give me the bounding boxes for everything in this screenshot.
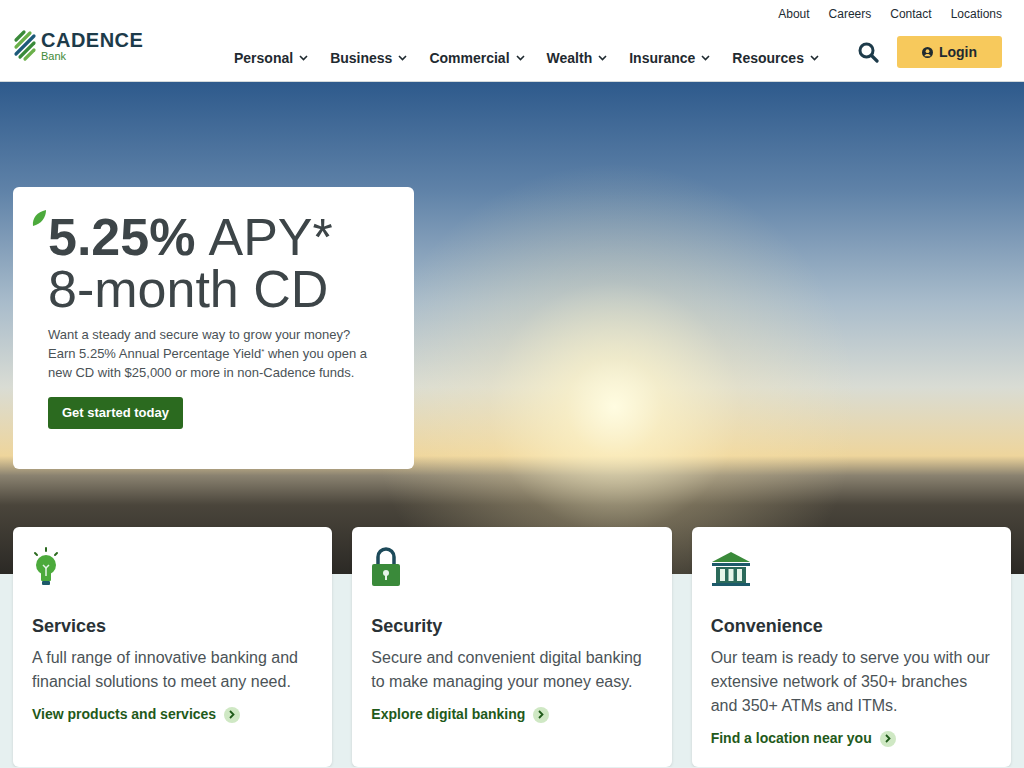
chevron-down-icon [598,55,607,61]
main-nav-label: Business [330,48,392,69]
feature-card: Services A full range of innovative banki… [13,527,332,767]
hero-rate-unit: APY* [208,211,332,263]
main-nav-item[interactable]: Insurance [629,48,710,69]
utility-link[interactable]: Contact [890,5,931,24]
chevron-down-icon [299,55,308,61]
feature-card-title: Security [371,613,652,640]
feature-card: Security Secure and convenient digital ba… [352,527,671,767]
hero-text: Want a steady and secure way to grow you… [48,325,379,382]
main-nav-item[interactable]: Commercial [429,48,524,69]
main-header-row: CADENCEBank Personal Business Commercial Wea… [0,24,1024,81]
chevron-down-icon [398,55,407,61]
chevron-down-icon [516,55,525,61]
magnifier-icon [858,42,879,63]
main-nav-label: Wealth [547,48,593,69]
header-actions: Login [856,36,1002,68]
utility-link[interactable]: Careers [829,5,872,24]
feature-card-link-label: View products and services [32,704,216,725]
feature-card-link-label: Explore digital banking [371,704,525,725]
feature-card-text: Secure and convenient digital banking to… [371,646,652,694]
main-nav: Personal Business Commercial Wealth Insuranc… [234,48,819,69]
padlock-icon [371,547,652,587]
login-label: Login [939,42,977,63]
hero-rate-line: 5.25%APY* [48,211,379,263]
feature-card-link[interactable]: View products and services [32,704,313,725]
logo-wordmark: CADENCE [41,30,143,50]
bank-building-icon [711,547,992,587]
arrow-right-icon [224,707,240,723]
arrow-right-icon [533,707,549,723]
leaf-icon [31,209,47,227]
logo-stripes-icon [13,28,37,64]
utility-link[interactable]: About [778,5,809,24]
main-nav-label: Resources [732,48,804,69]
login-button[interactable]: Login [897,36,1002,68]
search-button[interactable] [856,40,880,64]
lightbulb-icon [32,547,313,587]
get-started-button[interactable]: Get started today [48,397,183,429]
hero-text-sup: * [261,347,264,356]
hero-headline: 5.25%APY*8-month CD [48,211,379,315]
arrow-right-icon [880,731,896,747]
chevron-down-icon [810,55,819,61]
feature-card-text: A full range of innovative banking and f… [32,646,313,694]
feature-card-link[interactable]: Explore digital banking [371,704,652,725]
main-nav-label: Commercial [429,48,509,69]
feature-card-title: Services [32,613,313,640]
chevron-down-icon [701,55,710,61]
feature-card: Convenience Our team is ready to serve yo… [692,527,1011,767]
logo-sub: Bank [41,51,143,62]
logo-text: CADENCEBank [41,30,143,62]
feature-card-text: Our team is ready to serve you with our … [711,646,992,718]
utility-nav: About Careers Contact Locations [0,0,1024,24]
feature-card-link-label: Find a location near you [711,728,872,749]
feature-card-title: Convenience [711,613,992,640]
logo[interactable]: CADENCEBank [13,28,234,64]
main-nav-label: Personal [234,48,293,69]
main-nav-label: Insurance [629,48,695,69]
main-nav-item[interactable]: Wealth [547,48,608,69]
hero-term: 8-month CD [48,263,379,315]
hero-card: 5.25%APY*8-month CD Want a steady and sec… [13,187,414,469]
site-header: About Careers Contact Locations CADENCEBank P… [0,0,1024,82]
utility-link[interactable]: Locations [951,5,1002,24]
hero-rate: 5.25% [48,211,195,263]
user-icon [922,47,933,58]
feature-cards: Services A full range of innovative banki… [0,527,1024,767]
feature-card-link[interactable]: Find a location near you [711,728,992,749]
main-nav-item[interactable]: Resources [732,48,819,69]
main-nav-item[interactable]: Personal [234,48,308,69]
main-nav-item[interactable]: Business [330,48,407,69]
hero: 5.25%APY*8-month CD Want a steady and sec… [0,82,1024,574]
